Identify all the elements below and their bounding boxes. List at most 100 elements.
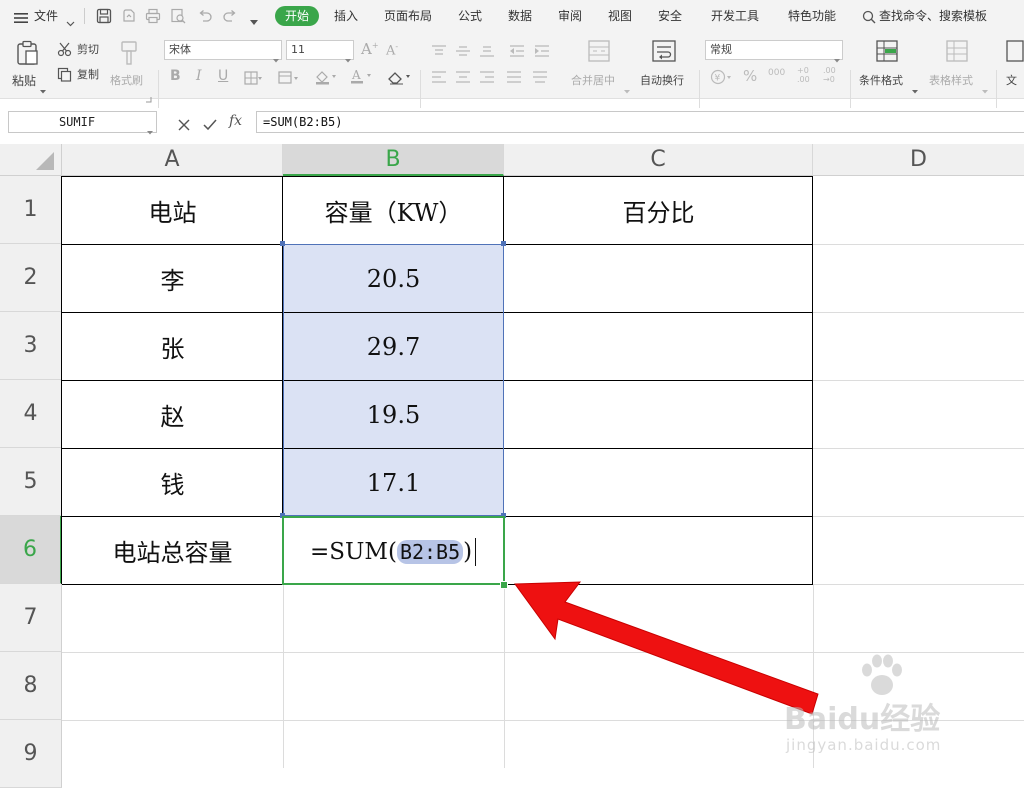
align-bottom-icon[interactable] — [480, 42, 494, 61]
increase-decimal-icon[interactable]: +0.00 — [797, 66, 810, 84]
font-name-select[interactable]: 宋体 — [164, 40, 282, 63]
justify-icon[interactable] — [507, 68, 521, 87]
save-icon[interactable] — [96, 8, 112, 28]
chevron-down-icon — [273, 48, 279, 67]
border-icon[interactable] — [244, 70, 262, 89]
cell-c1[interactable]: 百分比 — [504, 177, 813, 244]
row-header-7[interactable]: 7 — [0, 584, 62, 652]
currency-icon[interactable]: ¥ — [710, 69, 734, 89]
cell-b1[interactable]: 容量（KW） — [283, 177, 504, 244]
cell-style-icon[interactable] — [278, 70, 300, 89]
conditional-format-icon — [876, 40, 898, 66]
cell-b3[interactable]: 29.7 — [283, 313, 504, 380]
tab-home[interactable]: 开始 — [275, 6, 319, 26]
range-reference-highlight: B2:B5 — [396, 540, 464, 564]
align-top-icon[interactable] — [432, 42, 446, 61]
conditional-format-button[interactable]: 条件格式 — [856, 38, 918, 94]
name-box[interactable]: SUMIF — [8, 111, 157, 135]
decrease-decimal-icon[interactable]: .00 →0 — [823, 66, 836, 84]
annotation-arrow — [514, 581, 819, 715]
tab-developer[interactable]: 开发工具 — [711, 8, 759, 24]
formula-input[interactable]: =SUM(B2:B5) — [256, 111, 1024, 133]
decrease-font-size-icon[interactable]: A- — [386, 42, 398, 58]
chevron-down-icon — [40, 79, 46, 98]
print-preview-icon[interactable] — [170, 8, 186, 28]
thousands-icon[interactable]: 000 — [768, 69, 785, 78]
row-header-8[interactable]: 8 — [0, 652, 62, 720]
tab-page-layout[interactable]: 页面布局 — [384, 8, 432, 24]
tab-home-label: 开始 — [284, 9, 309, 23]
cell-b4[interactable]: 19.5 — [283, 381, 504, 448]
undo-icon[interactable] — [197, 8, 213, 28]
conditional-format-label: 条件格式 — [859, 74, 903, 87]
cell-c3[interactable] — [504, 313, 813, 380]
customize-quick-access-icon[interactable] — [249, 12, 259, 31]
column-header-d[interactable]: D — [813, 144, 1024, 176]
cell-b5[interactable]: 17.1 — [283, 449, 504, 516]
select-all-corner[interactable] — [0, 144, 62, 176]
merge-center-button[interactable]: 合并居中 — [568, 38, 630, 94]
row-header-3[interactable]: 3 — [0, 312, 62, 380]
underline-icon[interactable]: U — [218, 68, 228, 84]
increase-indent-icon[interactable] — [535, 42, 549, 61]
align-left-icon[interactable] — [432, 68, 446, 87]
cell-a1[interactable]: 电站 — [62, 177, 283, 244]
bold-icon[interactable]: B — [170, 68, 181, 84]
tab-review[interactable]: 审阅 — [558, 8, 582, 24]
cell-a6[interactable]: 电站总容量 — [62, 517, 283, 584]
tab-formulas[interactable]: 公式 — [458, 8, 482, 24]
number-format-select[interactable]: 常规 — [705, 40, 843, 63]
cell-a3[interactable]: 张 — [62, 313, 283, 380]
italic-icon[interactable]: I — [196, 68, 202, 84]
align-center-icon[interactable] — [456, 68, 470, 87]
cell-c4[interactable] — [504, 381, 813, 448]
tab-data[interactable]: 数据 — [508, 8, 532, 24]
column-header-b[interactable]: B — [283, 144, 504, 176]
align-middle-icon[interactable] — [456, 42, 470, 61]
insert-function-icon[interactable]: fx — [229, 113, 242, 129]
chevron-down-icon — [912, 79, 918, 98]
font-color-icon[interactable]: A — [350, 68, 374, 88]
cancel-icon[interactable] — [178, 116, 190, 135]
tab-view[interactable]: 视图 — [608, 8, 632, 24]
decrease-indent-icon[interactable] — [510, 42, 524, 61]
dialog-launcher-icon[interactable] — [146, 88, 152, 107]
row-header-2[interactable]: 2 — [0, 244, 62, 312]
increase-font-size-icon[interactable]: A+ — [361, 40, 379, 58]
row-header-6[interactable]: 6 — [0, 516, 62, 584]
row-header-1[interactable]: 1 — [0, 176, 62, 244]
redo-icon[interactable] — [222, 8, 238, 28]
font-size-select[interactable]: 11 — [286, 40, 354, 63]
percent-icon[interactable]: % — [743, 67, 757, 85]
tab-insert[interactable]: 插入 — [334, 8, 358, 24]
tab-features[interactable]: 特色功能 — [788, 8, 836, 24]
column-header-a[interactable]: A — [62, 144, 283, 176]
table-style-button[interactable]: 表格样式 — [926, 38, 988, 94]
cell-a2[interactable]: 李 — [62, 245, 283, 312]
row-header-9[interactable]: 9 — [0, 720, 62, 788]
formula-suffix: ) — [463, 539, 473, 565]
cell-b6-editor[interactable]: =SUM(B2:B5) — [310, 538, 477, 566]
paste-button[interactable]: 粘贴 — [10, 38, 46, 94]
cell-a4[interactable]: 赵 — [62, 381, 283, 448]
column-header-c[interactable]: C — [504, 144, 813, 176]
distributed-align-icon[interactable] — [533, 68, 547, 87]
wrap-text-button[interactable]: 自动换行 — [638, 38, 694, 92]
cell-c5[interactable] — [504, 449, 813, 516]
print-icon[interactable] — [145, 8, 161, 28]
row-header-5[interactable]: 5 — [0, 448, 62, 516]
clear-format-icon[interactable] — [386, 69, 412, 89]
cell-c2[interactable] — [504, 245, 813, 312]
cell-a5[interactable]: 钱 — [62, 449, 283, 516]
active-cell-b6[interactable]: =SUM(B2:B5) — [282, 516, 505, 585]
svg-text:A: A — [351, 68, 361, 82]
cell-b2[interactable]: 20.5 — [283, 245, 504, 312]
document-assistant-button[interactable]: 文 — [1002, 38, 1024, 92]
format-painter-button[interactable]: 格式刷 — [110, 38, 150, 92]
fill-color-icon[interactable] — [314, 69, 338, 89]
export-icon[interactable] — [121, 8, 137, 28]
confirm-icon[interactable] — [203, 116, 217, 135]
row-header-4[interactable]: 4 — [0, 380, 62, 448]
tab-security[interactable]: 安全 — [658, 8, 682, 24]
align-right-icon[interactable] — [480, 68, 494, 87]
